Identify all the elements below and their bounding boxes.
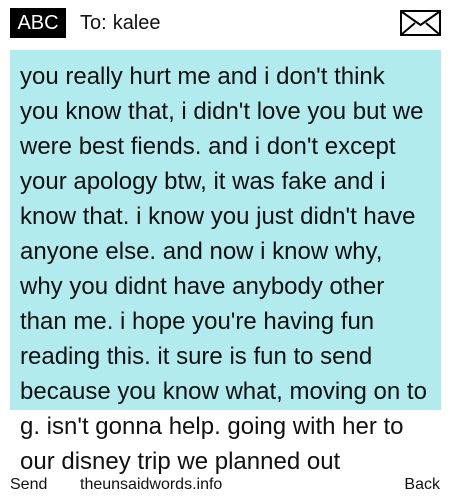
- recipient-field[interactable]: To: kalee: [80, 8, 161, 38]
- site-watermark: theunsaidwords.info: [80, 476, 223, 493]
- envelope-icon: [400, 10, 441, 36]
- recipient-name: kalee: [112, 12, 161, 34]
- message-body[interactable]: you really hurt me and i don't think you…: [20, 59, 430, 479]
- recipient-label: To:: [80, 12, 107, 34]
- softkey-bar: Send theunsaidwords.info Back: [0, 470, 450, 500]
- send-button[interactable]: Send: [10, 470, 47, 500]
- input-mode-badge: ABC: [10, 8, 66, 38]
- back-button[interactable]: Back: [404, 470, 440, 500]
- compose-header: ABC To: kalee: [0, 0, 450, 46]
